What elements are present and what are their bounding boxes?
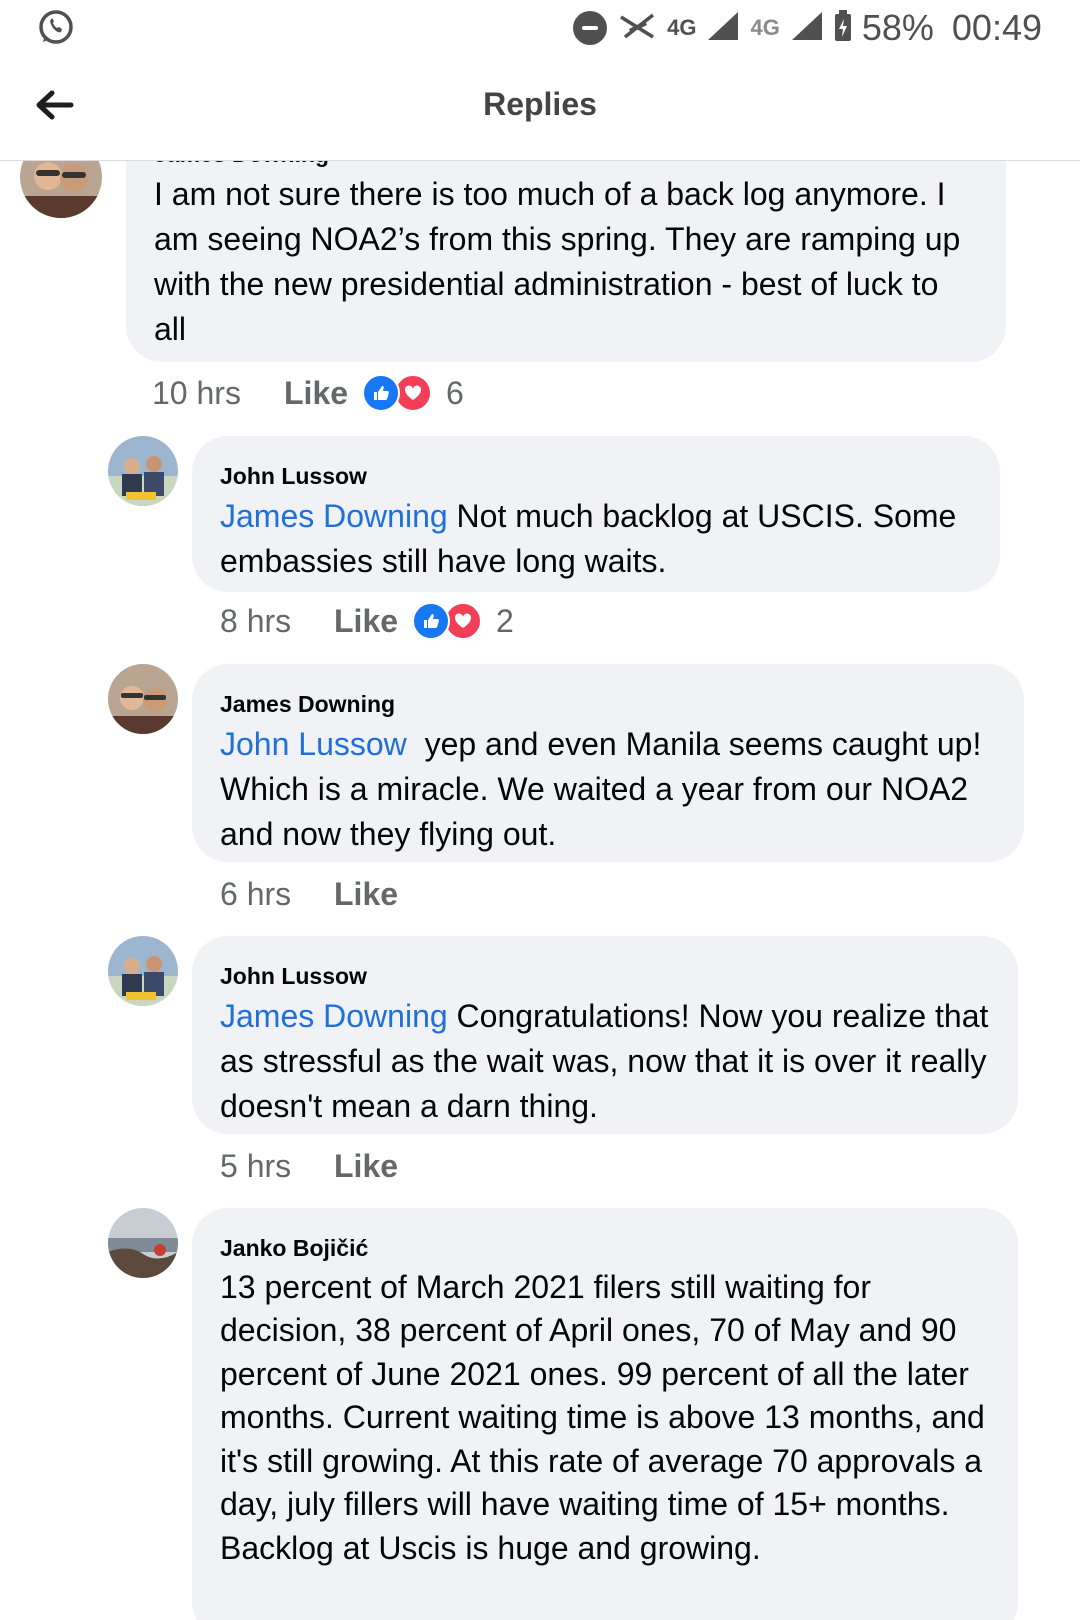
comment-actions: 6 hrs Like	[220, 876, 416, 913]
comment-text: John Lussow yep and even Manila seems ca…	[220, 722, 996, 857]
battery-icon	[834, 9, 852, 47]
page-title: Replies	[483, 86, 597, 122]
reactions-summary[interactable]: 6	[362, 374, 464, 412]
comment-text: James Downing Not much backlog at USCIS.…	[220, 494, 972, 584]
like-button[interactable]: Like	[334, 876, 416, 913]
replies-feed: James Downing I am not sure there is too…	[0, 0, 1080, 1620]
comment-author[interactable]: John Lussow	[220, 462, 972, 492]
comment-time[interactable]: 10 hrs	[152, 375, 284, 412]
comment-author[interactable]: James Downing	[220, 690, 996, 720]
avatar[interactable]	[108, 936, 178, 1006]
comment-bubble[interactable]: James Downing John Lussow yep and even M…	[192, 664, 1024, 862]
like-button[interactable]: Like	[334, 603, 416, 640]
comment-time[interactable]: 6 hrs	[220, 876, 334, 913]
signal-icon	[706, 10, 740, 47]
network-type-1: 4G	[667, 15, 697, 40]
thumbs-up-icon	[362, 374, 400, 412]
comment-bubble[interactable]: Janko Bojičić 13 percent of March 2021 f…	[192, 1208, 1018, 1620]
status-icons: 4G 4G 58% 00:49	[573, 6, 1042, 50]
comment-text: I am not sure there is too much of a bac…	[154, 175, 961, 347]
whatsapp-icon	[36, 8, 76, 48]
comment-actions: 5 hrs Like	[220, 1148, 416, 1185]
airplane-off-icon	[617, 9, 657, 48]
comment-text: James Downing Congratulations! Now you r…	[220, 994, 990, 1129]
app-bar: Replies	[0, 56, 1080, 161]
comment-time[interactable]: 8 hrs	[220, 603, 334, 640]
comment-author[interactable]: Janko Bojičić	[220, 1234, 990, 1264]
comment-actions: 8 hrs Like 2	[220, 602, 514, 640]
avatar[interactable]	[108, 664, 178, 734]
battery-percent: 58%	[861, 7, 934, 48]
avatar[interactable]	[108, 1208, 178, 1278]
avatar[interactable]	[108, 436, 178, 506]
do-not-disturb-icon	[573, 11, 608, 45]
comment-text: 13 percent of March 2021 filers still wa…	[220, 1268, 985, 1566]
comment-author[interactable]: John Lussow	[220, 962, 990, 992]
reaction-count: 2	[496, 602, 514, 639]
mention-link[interactable]: John Lussow	[220, 726, 407, 762]
mention-link[interactable]: James Downing	[220, 498, 448, 534]
signal-icon	[790, 10, 824, 47]
thumbs-up-icon	[412, 602, 450, 640]
comment-actions: 10 hrs Like 6	[152, 374, 464, 412]
reactions-summary[interactable]: 2	[412, 602, 514, 640]
mention-link[interactable]: James Downing	[220, 998, 448, 1034]
network-type-2: 4G	[750, 15, 780, 40]
comment-time[interactable]: 5 hrs	[220, 1148, 334, 1185]
clock: 00:49	[951, 7, 1042, 48]
reaction-count: 6	[446, 374, 464, 411]
like-button[interactable]: Like	[334, 1148, 416, 1185]
like-button[interactable]: Like	[284, 375, 366, 412]
status-bar: 4G 4G 58% 00:49	[0, 0, 1080, 56]
comment-bubble[interactable]: John Lussow James Downing Congratulation…	[192, 936, 1018, 1134]
comment-bubble[interactable]: John Lussow James Downing Not much backl…	[192, 436, 1000, 592]
